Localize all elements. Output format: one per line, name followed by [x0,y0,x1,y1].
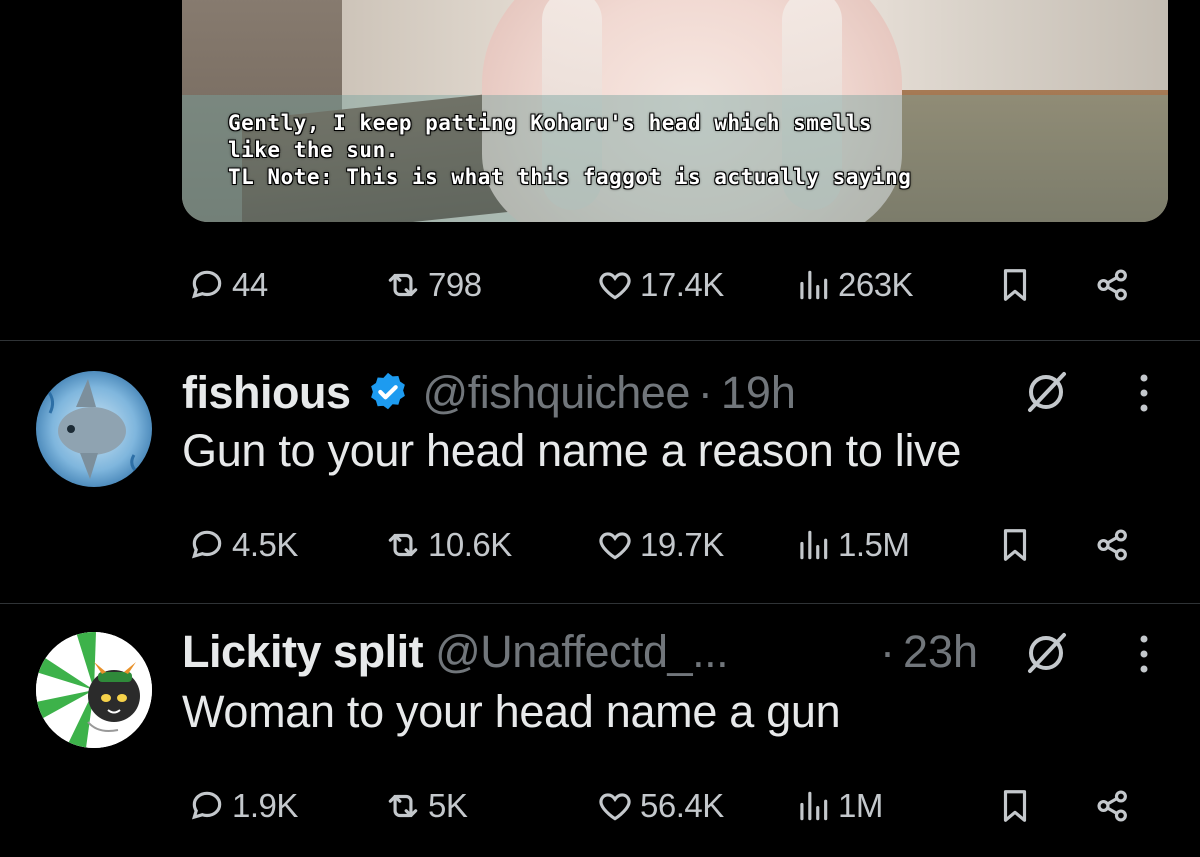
reply-icon [191,791,222,820]
share-icon [1097,529,1127,561]
reply-button[interactable]: 4.5K [188,525,298,565]
repost-icon [388,533,418,557]
share-icon [1097,269,1127,301]
views-button[interactable]: 1M [794,786,883,826]
views-chart-icon [800,791,828,821]
subtitle-line: like the sun. [228,138,399,162]
repost-icon [388,794,418,818]
tweet[interactable]: Lickity split @Unaffectd_... · 23h Woman… [0,604,1200,857]
reply-count: 44 [232,266,268,303]
share-button[interactable] [1094,525,1132,565]
views-button[interactable]: 1.5M [794,525,910,565]
repost-icon [388,273,418,297]
timestamp[interactable]: 23h [903,626,978,678]
timestamp[interactable]: 19h [721,367,796,419]
avatar[interactable] [36,632,152,748]
reply-button[interactable]: 1.9K [188,786,298,826]
heart-icon [599,793,631,821]
reply-icon [191,530,222,559]
bookmark-icon [1003,269,1027,301]
repost-count: 798 [428,266,482,303]
share-button[interactable] [1094,265,1132,305]
separator-dot: · [880,626,895,677]
views-chart-icon [800,530,828,560]
tweet-actions: 44 798 17.4K 263K [186,265,1146,305]
bookmark-button[interactable] [996,265,1034,305]
like-count: 56.4K [640,787,724,824]
tweet-actions: 4.5K 10.6K 19.7K 1.5M [186,525,1146,565]
subtitle-line: Gently, I keep patting Koharu's head whi… [228,111,873,135]
views-button[interactable]: 263K [794,265,914,305]
handle[interactable]: @fishquichee [423,367,691,419]
repost-button[interactable]: 10.6K [384,525,512,565]
more-vertical-icon[interactable] [1134,371,1154,415]
repost-button[interactable]: 5K [384,786,468,826]
media-subtitles: Gently, I keep patting Koharu's head whi… [228,110,911,191]
bookmark-button[interactable] [996,525,1034,565]
tweet-header: fishious @fishquichee · 19h [182,365,796,421]
bookmark-button[interactable] [996,786,1034,826]
verified-badge-icon [370,372,405,410]
views-count: 1.5M [838,526,910,563]
heart-icon [599,272,631,300]
repost-count: 5K [428,787,468,824]
tweet-actions: 1.9K 5K 56.4K 1M [186,786,1146,826]
tweet-media-image[interactable]: Gently, I keep patting Koharu's head whi… [182,0,1168,222]
like-count: 19.7K [640,526,724,563]
share-button[interactable] [1094,786,1132,826]
tweet-text: Gun to your head name a reason to live [182,425,962,476]
subtitle-line: TL Note: This is what this faggot is act… [228,165,912,189]
repost-button[interactable]: 798 [384,265,482,305]
grok-icon[interactable] [1022,629,1070,677]
like-count: 17.4K [640,266,724,303]
tweet-text: Woman to your head name a gun [182,686,841,737]
bookmark-icon [1003,529,1027,561]
display-name[interactable]: fishious [182,367,351,419]
reply-count: 1.9K [232,787,298,824]
like-button[interactable]: 19.7K [596,525,724,565]
reply-count: 4.5K [232,526,298,563]
more-vertical-icon[interactable] [1134,632,1154,676]
like-button[interactable]: 17.4K [596,265,724,305]
like-button[interactable]: 56.4K [596,786,724,826]
repost-count: 10.6K [428,526,512,563]
tweet[interactable]: fishious @fishquichee · 19h Gun to your … [0,341,1200,603]
handle[interactable]: @Unaffectd_... [435,626,729,678]
views-count: 263K [838,266,914,303]
reply-icon [191,270,222,299]
views-chart-icon [800,270,828,300]
avatar[interactable] [36,371,152,487]
heart-icon [599,532,631,560]
tweet-header: Lickity split @Unaffectd_... [182,624,729,680]
tweet-timestamp-group: · 23h [872,624,978,680]
grok-icon[interactable] [1022,368,1070,416]
views-count: 1M [838,787,883,824]
reply-button[interactable]: 44 [188,265,268,305]
bookmark-icon [1003,790,1027,822]
share-icon [1097,790,1127,822]
display-name[interactable]: Lickity split [182,626,424,678]
separator-dot: · [697,367,713,418]
